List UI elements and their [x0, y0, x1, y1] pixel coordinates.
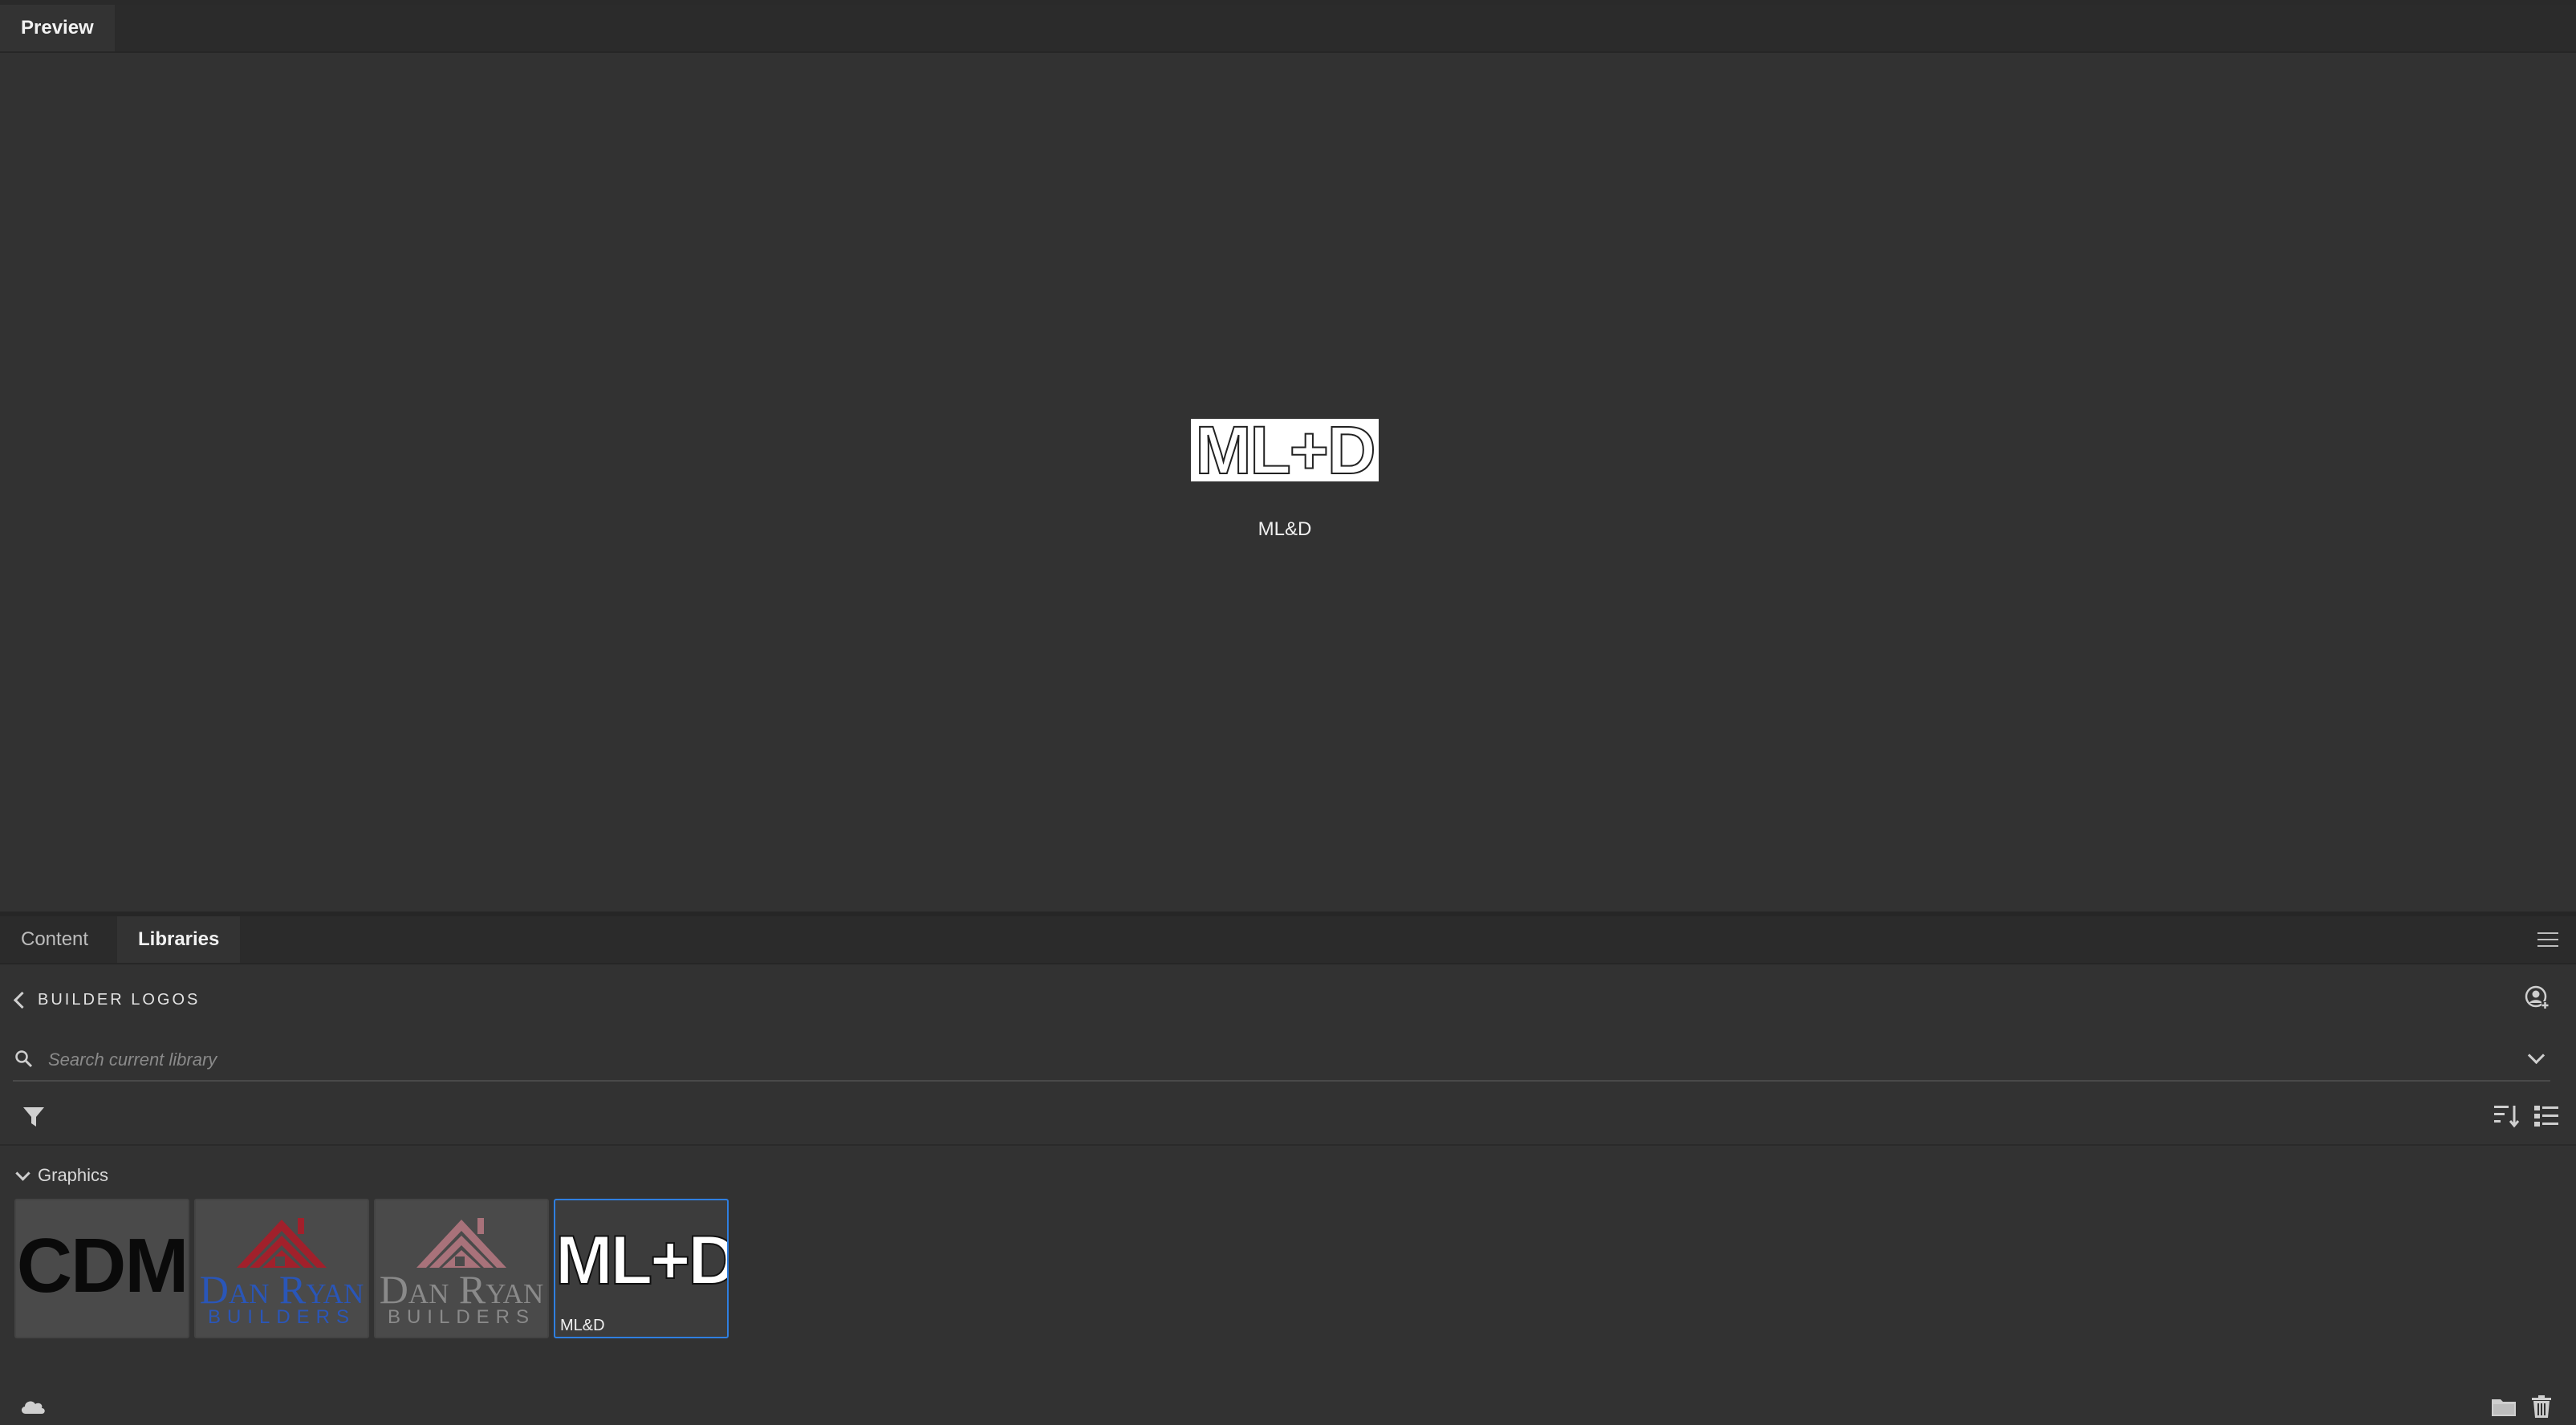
asset-logo-subtext: BUILDERS: [207, 1306, 356, 1328]
tab-libraries[interactable]: Libraries: [117, 916, 241, 963]
preview-image: ML+D: [1191, 412, 1379, 488]
asset-logo-text: Dan Ryan: [379, 1267, 544, 1312]
asset-thumbnail-cdm[interactable]: CDM: [14, 1199, 189, 1338]
asset-label: ML&D: [560, 1317, 605, 1334]
sort-icon[interactable]: [2494, 1104, 2520, 1128]
filter-row: [0, 1088, 2576, 1146]
preview-tabbar: Preview: [0, 5, 2576, 53]
asset-logo-text: Dan Ryan: [199, 1267, 364, 1312]
asset-logo-text: ML+D: [555, 1222, 729, 1299]
tab-preview[interactable]: Preview: [0, 5, 115, 51]
chevron-down-icon: [15, 1165, 30, 1181]
chevron-left-icon: [13, 991, 31, 1009]
panel-menu-icon[interactable]: [2537, 932, 2558, 947]
search-bar: [13, 1041, 2550, 1082]
preview-asset-name: ML&D: [1258, 518, 1312, 540]
search-input[interactable]: [47, 1045, 2457, 1075]
asset-logo-subtext: BUILDERS: [387, 1306, 536, 1328]
libraries-panel: BUILDER LOGOS Grap: [0, 964, 2576, 1425]
section-label: Graphics: [38, 1165, 109, 1185]
preview-logo-text: ML+D: [1195, 412, 1377, 488]
trash-icon[interactable]: [2531, 1395, 2552, 1419]
graphics-section-toggle[interactable]: Graphics: [13, 1165, 108, 1186]
invite-user-icon[interactable]: [2525, 985, 2549, 1009]
library-name: BUILDER LOGOS: [38, 990, 201, 1009]
panel-tabbar: Content Libraries: [0, 916, 2576, 964]
cloud-sync-icon[interactable]: [19, 1398, 47, 1415]
asset-thumbnail-mld[interactable]: ML+D ML&D: [554, 1199, 729, 1338]
tab-content[interactable]: Content: [0, 916, 109, 963]
chevron-down-icon[interactable]: [2527, 1046, 2546, 1065]
asset-logo-text: CDM: [16, 1223, 188, 1309]
roof-logo-icon: [416, 1218, 506, 1268]
asset-thumbnail-dan-ryan-gray[interactable]: Dan Ryan BUILDERS: [374, 1199, 549, 1338]
roof-logo-icon: [237, 1218, 327, 1268]
search-icon: [15, 1050, 33, 1068]
asset-thumbnail-dan-ryan-color[interactable]: Dan Ryan BUILDERS: [194, 1199, 369, 1338]
filter-icon[interactable]: [22, 1106, 45, 1128]
list-view-icon[interactable]: [2534, 1104, 2558, 1128]
new-group-folder-icon[interactable]: [2491, 1396, 2517, 1417]
library-back-button[interactable]: BUILDER LOGOS: [13, 989, 200, 1011]
